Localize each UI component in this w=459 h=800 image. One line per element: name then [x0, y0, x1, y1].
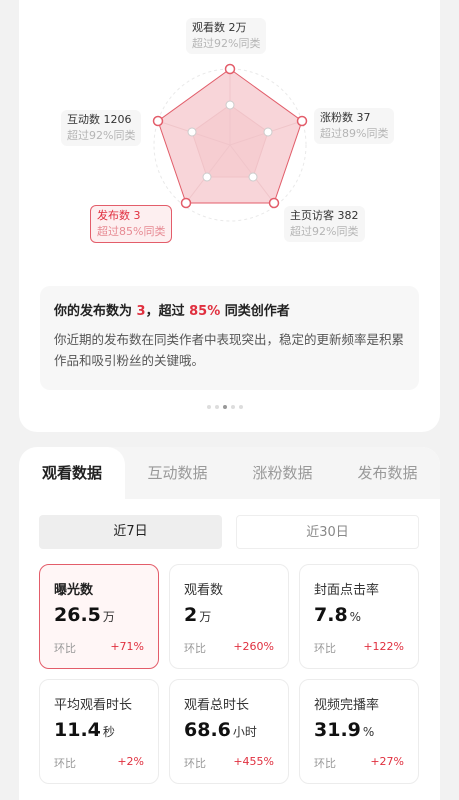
radar-label-title: 涨粉数 37 [320, 111, 371, 124]
tab-views[interactable]: 观看数据 [19, 447, 125, 499]
insight-title-suffix: 同类创作者 [224, 304, 290, 319]
radar-point [152, 115, 164, 127]
radar-label-sub: 超过92%同类 [192, 37, 261, 50]
metric-value: 7.8% [314, 604, 362, 626]
metric-footer: 环比 +455% [184, 755, 274, 770]
metric-card-views[interactable]: 观看数 2万 环比 +260% [169, 564, 289, 669]
metric-change: +122% [363, 640, 404, 653]
radar-point [296, 115, 308, 127]
period-7d-button[interactable]: 近7日 [39, 515, 222, 549]
radar-label-sub: 超过92%同类 [67, 129, 136, 142]
metric-footer: 环比 +2% [54, 755, 144, 770]
radar-inner-point [202, 172, 212, 182]
tab-followers[interactable]: 涨粉数据 [230, 447, 335, 499]
radar-label-title: 发布数 3 [97, 209, 141, 222]
metric-footer: 环比 +122% [314, 640, 404, 655]
radar-data-polygon [157, 68, 303, 204]
metric-label: 平均观看时长 [54, 698, 133, 713]
metric-change: +455% [233, 755, 274, 768]
radar-point [180, 197, 192, 209]
insight-title-prefix: 你的发布数为 [54, 304, 133, 319]
radar-label-title: 观看数 2万 [192, 21, 247, 34]
metric-card-total-watch-time[interactable]: 观看总时长 68.6 小时 环比 +455% [169, 679, 289, 784]
carousel-dot[interactable] [239, 405, 243, 409]
radar-inner-point [187, 127, 197, 137]
radar-label-followers[interactable]: 涨粉数 37 超过89%同类 [314, 108, 395, 144]
carousel-dot-active[interactable] [223, 405, 227, 409]
tab-posts[interactable]: 发布数据 [335, 447, 440, 499]
metric-value: 11.4 秒 [54, 719, 115, 741]
metric-label: 视频完播率 [314, 698, 380, 713]
radar-label-sub: 超过85%同类 [97, 225, 166, 238]
radar-label-title: 互动数 1206 [67, 113, 132, 126]
radar-point [224, 63, 236, 75]
metric-label: 封面点击率 [314, 583, 380, 598]
radar-inner-point [225, 100, 235, 110]
insight-title-percent: 85% [189, 304, 221, 319]
radar-label-sub: 超过92%同类 [290, 225, 359, 238]
period-30d-button[interactable]: 近30日 [236, 515, 419, 549]
insight-title: 你的发布数为 3，超过 85% 同类创作者 [54, 300, 405, 319]
radar-label-visitors[interactable]: 主页访客 382 超过92%同类 [284, 206, 365, 242]
insight-title-mid: ，超过 [145, 304, 185, 319]
radar-label-title: 主页访客 382 [290, 209, 359, 222]
carousel-dot[interactable] [215, 405, 219, 409]
metric-change: +71% [110, 640, 144, 653]
data-tabs: 观看数据 互动数据 涨粉数据 发布数据 [19, 447, 440, 499]
carousel-dots [207, 405, 243, 409]
radar-label-sub: 超过89%同类 [320, 127, 389, 140]
metric-footer: 环比 +260% [184, 640, 274, 655]
metric-footer: 环比 +71% [54, 640, 144, 655]
metric-card-completion-rate[interactable]: 视频完播率 31.9% 环比 +27% [299, 679, 419, 784]
radar-label-interactions[interactable]: 互动数 1206 超过92%同类 [61, 110, 142, 146]
metric-value: 2万 [184, 604, 212, 626]
metric-change: +27% [370, 755, 404, 768]
metric-value: 31.9% [314, 719, 375, 741]
metric-change: +2% [117, 755, 144, 768]
metric-label: 观看数 [184, 583, 224, 598]
metric-card-cover-ctr[interactable]: 封面点击率 7.8% 环比 +122% [299, 564, 419, 669]
metric-change: +260% [233, 640, 274, 653]
insight-box: 你的发布数为 3，超过 85% 同类创作者 你近期的发布数在同类作者中表现突出，… [40, 286, 419, 390]
metric-label: 曝光数 [54, 583, 94, 598]
radar-point [268, 197, 280, 209]
metric-label: 观看总时长 [184, 698, 250, 713]
carousel-dot[interactable] [231, 405, 235, 409]
metric-value: 26.5 万 [54, 604, 115, 626]
insight-body: 你近期的发布数在同类作者中表现突出，稳定的更新频率是积累作品和吸引粉丝的关键哦。 [54, 332, 405, 368]
insight-title-value: 3 [136, 304, 146, 319]
radar-inner-point [248, 172, 258, 182]
carousel-dot[interactable] [207, 405, 211, 409]
metric-card-avg-watch-time[interactable]: 平均观看时长 11.4 秒 环比 +2% [39, 679, 159, 784]
radar-label-posts[interactable]: 发布数 3 超过85%同类 [90, 205, 173, 243]
radar-inner-point [263, 127, 273, 137]
metric-card-exposure[interactable]: 曝光数 26.5 万 环比 +71% [39, 564, 159, 669]
metric-footer: 环比 +27% [314, 755, 404, 770]
data-card: 观看数据 互动数据 涨粉数据 发布数据 近7日 近30日 曝光数 26.5 万 环… [19, 447, 440, 800]
metric-value: 68.6 小时 [184, 719, 257, 741]
radar-label-views[interactable]: 观看数 2万 超过92%同类 [186, 18, 267, 54]
tab-interactions[interactable]: 互动数据 [125, 447, 230, 499]
